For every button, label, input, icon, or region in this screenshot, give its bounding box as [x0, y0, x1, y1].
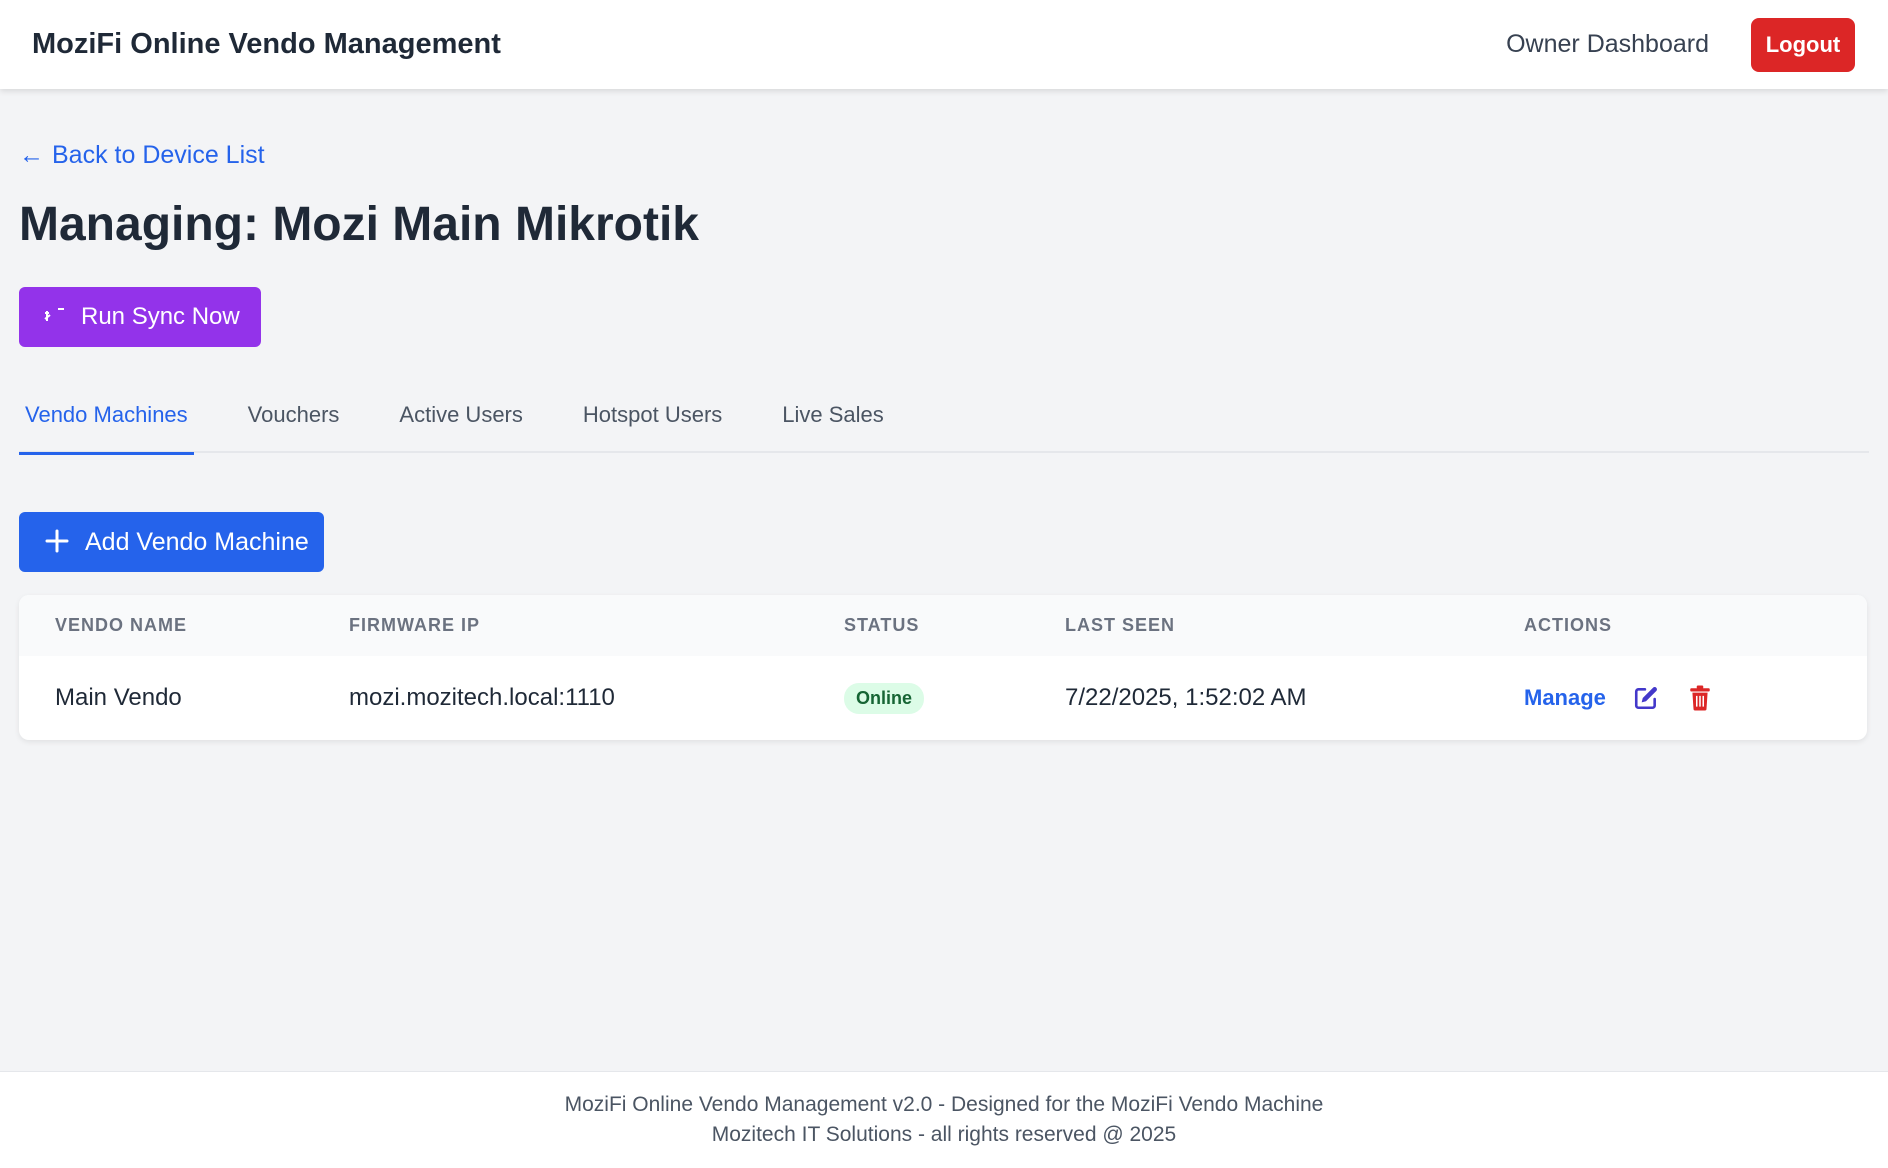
- tab-active-users[interactable]: Active Users: [393, 376, 528, 453]
- nav-right: Owner Dashboard Logout: [1506, 17, 1855, 72]
- status-badge: Online: [844, 682, 925, 714]
- plus-icon: [45, 525, 69, 559]
- page-title: Managing: Mozi Main Mikrotik: [19, 198, 699, 251]
- tab-bar: Vendo Machines Vouchers Active Users Hot…: [19, 376, 1869, 455]
- vendo-name-cell: Main Vendo: [55, 684, 182, 711]
- table-header: VENDO NAME FIRMWARE IP STATUS LAST SEEN …: [19, 595, 1867, 656]
- table-row: Main Vendo mozi.mozitech.local:1110 Onli…: [19, 656, 1867, 740]
- tab-vouchers[interactable]: Vouchers: [242, 376, 346, 453]
- column-header-actions: ACTIONS: [1524, 615, 1612, 635]
- app-brand[interactable]: MoziFi Online Vendo Management: [32, 28, 501, 61]
- back-to-device-list-link[interactable]: ← Back to Device List: [19, 141, 265, 170]
- top-navbar: MoziFi Online Vendo Management Owner Das…: [0, 0, 1888, 89]
- column-header-firmware-ip: FIRMWARE IP: [349, 615, 480, 635]
- manage-link[interactable]: Manage: [1524, 685, 1606, 711]
- footer: MoziFi Online Vendo Management v2.0 - De…: [0, 1071, 1888, 1168]
- footer-line-2: Mozitech IT Solutions - all rights reser…: [711, 1123, 1177, 1146]
- tab-live-sales[interactable]: Live Sales: [776, 376, 890, 453]
- tab-hotspot-users[interactable]: Hotspot Users: [577, 376, 728, 453]
- run-sync-label: Run Sync Now: [81, 303, 240, 330]
- owner-dashboard-link[interactable]: Owner Dashboard: [1506, 30, 1709, 59]
- back-arrow-icon: ←: [19, 141, 44, 169]
- column-header-status: STATUS: [844, 615, 920, 635]
- add-vendo-machine-button[interactable]: Add Vendo Machine: [19, 512, 324, 572]
- column-header-last-seen: LAST SEEN: [1065, 615, 1176, 635]
- back-link-label: Back to Device List: [52, 141, 265, 169]
- sync-icon: [41, 305, 67, 330]
- run-sync-button[interactable]: Run Sync Now: [19, 287, 261, 347]
- vendo-table: VENDO NAME FIRMWARE IP STATUS LAST SEEN …: [19, 595, 1867, 740]
- logout-button[interactable]: Logout: [1751, 17, 1855, 72]
- row-actions: Manage: [1524, 684, 1740, 712]
- edit-icon[interactable]: [1632, 684, 1660, 712]
- add-vendo-label: Add Vendo Machine: [85, 527, 309, 556]
- tab-vendo-machines[interactable]: Vendo Machines: [19, 376, 194, 455]
- column-header-vendo-name: VENDO NAME: [55, 615, 188, 635]
- footer-line-1: MoziFi Online Vendo Management v2.0 - De…: [564, 1093, 1324, 1116]
- trash-icon[interactable]: [1686, 684, 1714, 712]
- firmware-ip-cell: mozi.mozitech.local:1110: [349, 684, 615, 711]
- last-seen-cell: 7/22/2025, 1:52:02 AM: [1065, 684, 1307, 711]
